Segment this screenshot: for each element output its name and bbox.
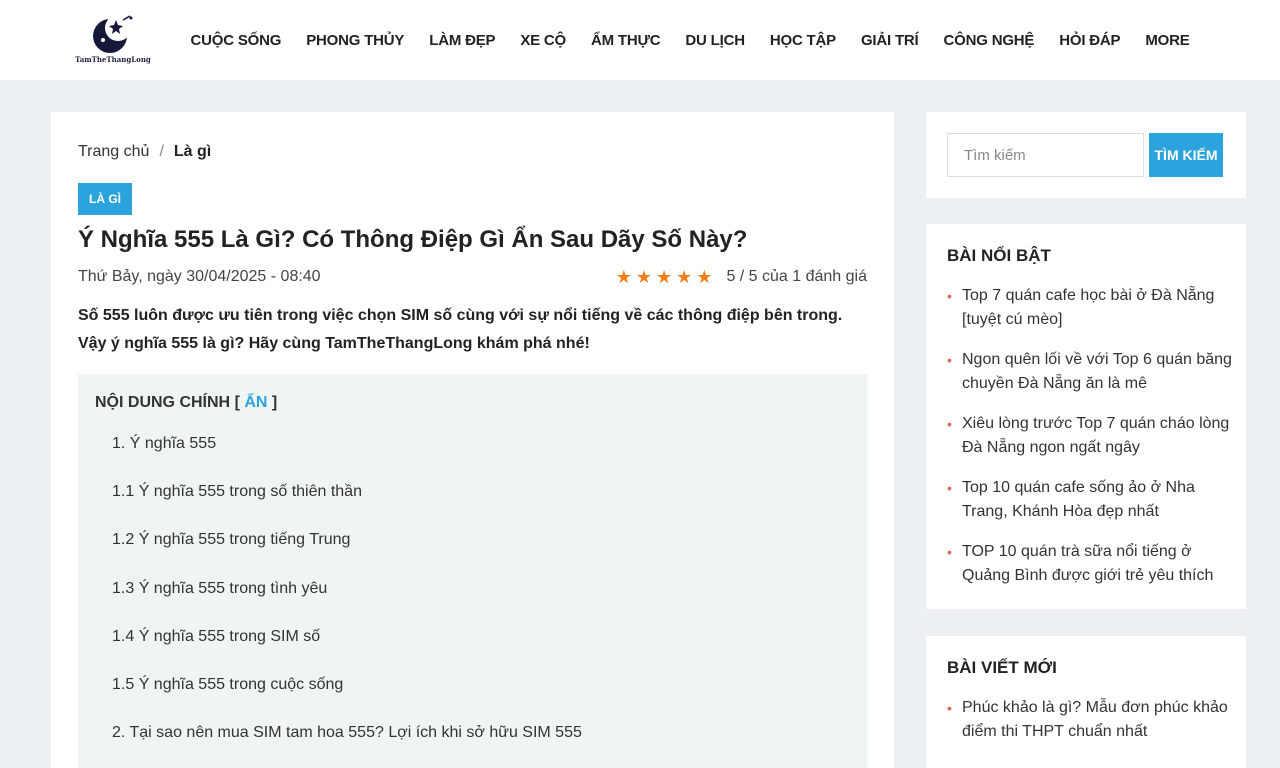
- category-badge[interactable]: LÀ GÌ: [78, 183, 132, 215]
- bullet-icon: •: [947, 352, 952, 368]
- toc-item[interactable]: 1. Ý nghĩa 555: [112, 432, 582, 480]
- featured-post-link[interactable]: Top 10 quán cafe sống ảo ở Nha Trang, Kh…: [962, 479, 1195, 520]
- featured-post-link[interactable]: Ngon quên lối về với Top 6 quán băng chu…: [962, 351, 1232, 392]
- nav-item-giai-tri[interactable]: GIẢI TRÍ: [848, 32, 931, 49]
- search-button[interactable]: TÌM KIẾM: [1149, 133, 1223, 177]
- logo-text: TamTheThangLong: [75, 55, 151, 64]
- toc-item[interactable]: 1.3 Ý nghĩa 555 trong tình yêu: [112, 577, 582, 625]
- latest-posts-widget: BÀI VIẾT MỚI • Phúc khảo là gì? Mẫu đơn p…: [926, 636, 1246, 768]
- toc-item[interactable]: 1.2 Ý nghĩa 555 trong tiếng Trung: [112, 528, 582, 576]
- star-icon[interactable]: ★: [656, 268, 672, 286]
- breadcrumb-separator: /: [159, 143, 164, 160]
- toc-item[interactable]: 2. Tại sao nên mua SIM tam hoa 555? Lợi …: [112, 721, 582, 768]
- site-logo[interactable]: TamTheThangLong: [74, 14, 152, 66]
- article-summary: Số 555 luôn được ưu tiên trong việc chọn…: [78, 307, 843, 352]
- main-nav: CUỘC SỐNG PHONG THỦY LÀM ĐẸP XE CỘ ẨM TH…: [178, 0, 1202, 80]
- featured-post-link[interactable]: Top 7 quán cafe học bài ở Đà Nẵng [tuyệt…: [962, 287, 1214, 328]
- star-icon[interactable]: ★: [616, 268, 632, 286]
- site-header: TamTheThangLong CUỘC SỐNG PHONG THỦY LÀM…: [0, 0, 1280, 80]
- nav-item-cong-nghe[interactable]: CÔNG NGHỆ: [931, 32, 1047, 49]
- rating-stars[interactable]: ★ ★ ★ ★ ★: [616, 268, 717, 286]
- page-title: Ý Nghĩa 555 Là Gì? Có Thông Điệp Gì Ẩn S…: [78, 226, 748, 253]
- article-card: Trang chủ / Là gì LÀ GÌ Ý Nghĩa 555 Là G…: [51, 112, 894, 768]
- toc-list: 1. Ý nghĩa 555 1.1 Ý nghĩa 555 trong số …: [112, 432, 582, 768]
- nav-item-hoc-tap[interactable]: HỌC TẬP: [757, 32, 848, 49]
- search-input[interactable]: [947, 133, 1144, 177]
- latest-posts-title: BÀI VIẾT MỚI: [947, 658, 1057, 677]
- nav-item-xe-co[interactable]: XE CỘ: [508, 32, 579, 49]
- list-item[interactable]: • Xiêu lòng trước Top 7 quán cháo lòng Đà…: [947, 412, 1232, 460]
- nav-item-cuoc-song[interactable]: CUỘC SỐNG: [178, 32, 294, 49]
- list-item[interactable]: • TOP 10 quán trà sữa nổi tiếng ở Quảng B…: [947, 540, 1232, 588]
- featured-posts-list: • Top 7 quán cafe học bài ở Đà Nẵng [tuyệ…: [947, 284, 1232, 604]
- rating-text: 5 / 5 của 1 đánh giá: [726, 268, 867, 285]
- toc-item[interactable]: 1.5 Ý nghĩa 555 trong cuộc sống: [112, 673, 582, 721]
- toc-item[interactable]: 1.1 Ý nghĩa 555 trong số thiên thần: [112, 480, 582, 528]
- toc-bracket-close: ]: [271, 394, 278, 411]
- nav-item-du-lich[interactable]: DU LỊCH: [673, 32, 757, 49]
- nav-item-hoi-dap[interactable]: HỎI ĐÁP: [1047, 32, 1133, 49]
- toc-bracket-open: [: [234, 394, 240, 411]
- star-icon[interactable]: ★: [636, 268, 652, 286]
- moon-star-logo-icon: [93, 15, 133, 53]
- list-item[interactable]: • Ngon quên lối về với Top 6 quán băng ch…: [947, 348, 1232, 396]
- search-widget: TÌM KIẾM: [926, 112, 1246, 198]
- nav-item-am-thuc[interactable]: ẨM THỰC: [579, 32, 673, 49]
- breadcrumb: Trang chủ / Là gì: [78, 143, 211, 161]
- list-item[interactable]: • Top 7 quán cafe học bài ở Đà Nẵng [tuyệ…: [947, 284, 1232, 332]
- bullet-icon: •: [947, 480, 952, 496]
- featured-post-link[interactable]: Xiêu lòng trước Top 7 quán cháo lòng Đà …: [962, 415, 1229, 456]
- featured-post-link[interactable]: TOP 10 quán trà sữa nổi tiếng ở Quảng Bì…: [962, 543, 1213, 584]
- nav-item-lam-dep[interactable]: LÀM ĐẸP: [417, 32, 508, 49]
- toc-toggle-button[interactable]: ẨN: [244, 394, 267, 411]
- latest-post-link[interactable]: Phúc khảo là gì? Mẫu đơn phúc khảo điểm …: [962, 699, 1228, 740]
- star-icon[interactable]: ★: [696, 268, 712, 286]
- bullet-icon: •: [947, 700, 952, 716]
- list-item[interactable]: • Top 10 quán cafe sống ảo ở Nha Trang, K…: [947, 476, 1232, 524]
- rating: ★ ★ ★ ★ ★ 5 / 5 của 1 đánh giá: [616, 268, 867, 286]
- nav-item-phong-thuy[interactable]: PHONG THỦY: [294, 32, 417, 49]
- toc-title-text: NỘI DUNG CHÍNH: [95, 394, 231, 411]
- latest-posts-list: • Phúc khảo là gì? Mẫu đơn phúc khảo điểm…: [947, 696, 1232, 760]
- toc-title: NỘI DUNG CHÍNH [ ẨN ]: [95, 394, 277, 412]
- featured-posts-widget: BÀI NỔI BẬT • Top 7 quán cafe học bài ở Đ…: [926, 224, 1246, 609]
- breadcrumb-current[interactable]: Là gì: [174, 143, 211, 161]
- list-item[interactable]: • Phúc khảo là gì? Mẫu đơn phúc khảo điểm…: [947, 696, 1232, 744]
- bullet-icon: •: [947, 544, 952, 560]
- table-of-contents: NỘI DUNG CHÍNH [ ẨN ] 1. Ý nghĩa 555 1.1…: [78, 374, 867, 768]
- toc-item[interactable]: 1.4 Ý nghĩa 555 trong SIM số: [112, 625, 582, 673]
- bullet-icon: •: [947, 416, 952, 432]
- star-icon[interactable]: ★: [676, 268, 692, 286]
- breadcrumb-home[interactable]: Trang chủ: [78, 143, 149, 161]
- publish-date: Thứ Bảy, ngày 30/04/2025 - 08:40: [78, 268, 321, 285]
- bullet-icon: •: [947, 288, 952, 304]
- nav-item-more[interactable]: MORE: [1133, 32, 1202, 49]
- featured-posts-title: BÀI NỔI BẬT: [947, 246, 1051, 265]
